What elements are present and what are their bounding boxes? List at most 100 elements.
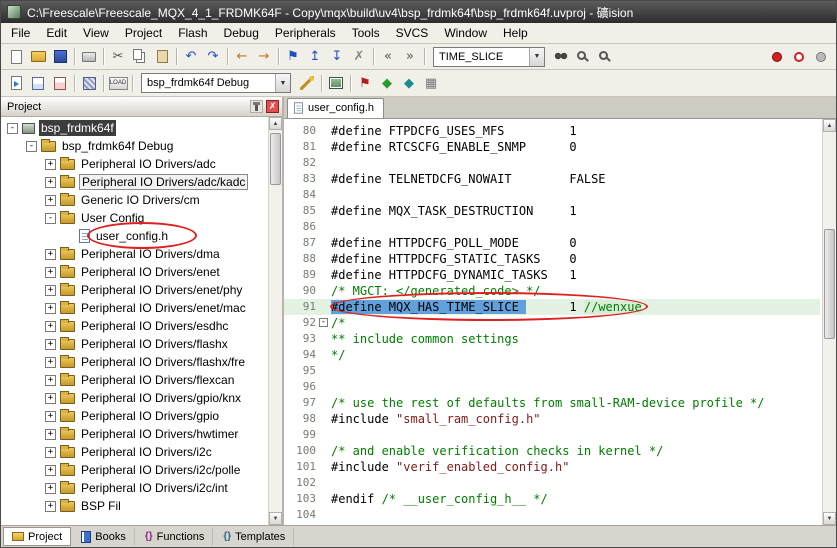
- flag-icon[interactable]: ⚑: [354, 73, 376, 94]
- close-panel-icon[interactable]: ✗: [266, 100, 279, 113]
- tree-item[interactable]: + BSP Fil: [1, 497, 266, 515]
- scroll-down-icon[interactable]: ▼: [823, 512, 836, 525]
- tree-item[interactable]: + Peripheral IO Drivers/adc/kadc: [1, 173, 266, 191]
- manage-items-icon[interactable]: [325, 73, 347, 94]
- expand-icon[interactable]: +: [45, 500, 56, 512]
- nav-back-icon[interactable]: ←: [231, 46, 253, 67]
- bookmark-toggle-icon[interactable]: ⚑: [282, 46, 304, 67]
- fold-icon[interactable]: -: [319, 318, 328, 327]
- expand-icon[interactable]: +: [45, 356, 56, 368]
- code-line-102[interactable]: 102: [284, 475, 820, 491]
- menu-help[interactable]: Help: [495, 23, 536, 43]
- code-line-99[interactable]: 99: [284, 427, 820, 443]
- code-line-100[interactable]: 100 /* and enable verification checks in …: [284, 443, 820, 459]
- code-line-91[interactable]: 91 #define MQX_HAS_TIME_SLICE 1 //wenxue: [284, 299, 820, 315]
- expand-icon[interactable]: +: [45, 338, 56, 350]
- collapse-icon[interactable]: -: [26, 140, 37, 152]
- menu-peripherals[interactable]: Peripherals: [267, 23, 344, 43]
- editor-tab-user-config[interactable]: user_config.h: [287, 98, 385, 118]
- new-file-icon[interactable]: [5, 46, 27, 67]
- code-line-94[interactable]: 94 */: [284, 347, 820, 363]
- find-combo-dropdown-icon[interactable]: ▼: [529, 47, 544, 66]
- code-line-95[interactable]: 95: [284, 363, 820, 379]
- tree-item[interactable]: + Peripheral IO Drivers/flexcan: [1, 371, 266, 389]
- tree-item[interactable]: + Peripheral IO Drivers/gpio/knx: [1, 389, 266, 407]
- tree-item[interactable]: + Peripheral IO Drivers/enet/mac: [1, 299, 266, 317]
- redo-icon[interactable]: ↷: [202, 46, 224, 67]
- menu-view[interactable]: View: [75, 23, 117, 43]
- grid-icon[interactable]: ▦: [420, 73, 442, 94]
- expand-icon[interactable]: +: [45, 464, 56, 476]
- expand-icon[interactable]: +: [45, 194, 56, 206]
- find-combo[interactable]: TIME_SLICE ▼: [433, 46, 545, 67]
- code-line-86[interactable]: 86: [284, 219, 820, 235]
- prev-diamond-icon[interactable]: ◆: [398, 73, 420, 94]
- build-icon[interactable]: [27, 73, 49, 94]
- open-file-icon[interactable]: [27, 46, 49, 67]
- insert-breakpoint-icon[interactable]: [766, 46, 788, 67]
- scroll-up-icon[interactable]: ▲: [269, 117, 282, 130]
- code-line-82[interactable]: 82: [284, 155, 820, 171]
- bottom-tab-project[interactable]: Project: [3, 527, 72, 546]
- code-line-89[interactable]: 89 #define HTTPDCFG_DYNAMIC_TASKS 1: [284, 267, 820, 283]
- code-line-83[interactable]: 83 #define TELNETDCFG_NOWAIT FALSE: [284, 171, 820, 187]
- code-line-98[interactable]: 98 #include "small_ram_config.h": [284, 411, 820, 427]
- bottom-tab-templates[interactable]: {} Templates: [214, 527, 295, 546]
- tree-item[interactable]: user_config.h: [1, 227, 266, 245]
- expand-icon[interactable]: +: [45, 248, 56, 260]
- indent-icon[interactable]: »: [399, 46, 421, 67]
- tree-item[interactable]: + Peripheral IO Drivers/esdhc: [1, 317, 266, 335]
- menu-file[interactable]: File: [3, 23, 38, 43]
- nav-forward-icon[interactable]: →: [253, 46, 275, 67]
- tree-item[interactable]: - bsp_frdmk64f Debug: [1, 137, 266, 155]
- menu-tools[interactable]: Tools: [344, 23, 388, 43]
- expand-icon[interactable]: +: [45, 158, 56, 170]
- expand-icon[interactable]: +: [45, 176, 56, 188]
- paste-icon[interactable]: [151, 46, 173, 67]
- bookmark-next-icon[interactable]: ↧: [326, 46, 348, 67]
- code-line-104[interactable]: 104: [284, 507, 820, 523]
- expand-icon[interactable]: +: [45, 284, 56, 296]
- code-line-80[interactable]: 80 #define FTPDCFG_USES_MFS 1: [284, 123, 820, 139]
- next-diamond-icon[interactable]: ◆: [376, 73, 398, 94]
- titlebar[interactable]: C:\Freescale\Freescale_MQX_4_1_FRDMK64F …: [1, 1, 836, 23]
- save-icon[interactable]: [49, 46, 71, 67]
- tree-item[interactable]: + Peripheral IO Drivers/gpio: [1, 407, 266, 425]
- outdent-icon[interactable]: «: [377, 46, 399, 67]
- tree-item[interactable]: + Peripheral IO Drivers/adc: [1, 155, 266, 173]
- find-in-files-icon[interactable]: [550, 46, 572, 67]
- collapse-icon[interactable]: -: [7, 122, 18, 134]
- expand-icon[interactable]: +: [45, 374, 56, 386]
- bottom-tab-functions[interactable]: {} Functions: [136, 527, 214, 546]
- code-line-101[interactable]: 101 #include "verif_enabled_config.h": [284, 459, 820, 475]
- print-icon[interactable]: [78, 46, 100, 67]
- tree-item[interactable]: - bsp_frdmk64f: [1, 119, 266, 137]
- tree-item[interactable]: + Generic IO Drivers/cm: [1, 191, 266, 209]
- menu-flash[interactable]: Flash: [170, 23, 215, 43]
- code-line-93[interactable]: 93 ** include common settings: [284, 331, 820, 347]
- flash-download-icon[interactable]: LOAD: [107, 73, 129, 94]
- scroll-thumb[interactable]: [824, 229, 835, 339]
- code-line-96[interactable]: 96: [284, 379, 820, 395]
- scroll-down-icon[interactable]: ▼: [269, 512, 282, 525]
- menu-debug[interactable]: Debug: [216, 23, 267, 43]
- menu-window[interactable]: Window: [436, 23, 495, 43]
- tree-item[interactable]: + Peripheral IO Drivers/flashx: [1, 335, 266, 353]
- expand-icon[interactable]: +: [45, 410, 56, 422]
- batch-build-icon[interactable]: [78, 73, 100, 94]
- code-line-84[interactable]: 84: [284, 187, 820, 203]
- menu-project[interactable]: Project: [117, 23, 170, 43]
- cut-icon[interactable]: ✂: [107, 46, 129, 67]
- expand-icon[interactable]: +: [45, 446, 56, 458]
- menu-edit[interactable]: Edit: [38, 23, 75, 43]
- code-line-90[interactable]: 90 /* MGCT: </generated_code> */: [284, 283, 820, 299]
- kill-breakpoints-icon[interactable]: [810, 46, 832, 67]
- find-icon[interactable]: [572, 46, 594, 67]
- editor-scrollbar[interactable]: ▲ ▼: [822, 119, 836, 525]
- expand-icon[interactable]: +: [45, 428, 56, 440]
- copy-icon[interactable]: [129, 46, 151, 67]
- options-for-target-icon[interactable]: [296, 73, 318, 94]
- scroll-up-icon[interactable]: ▲: [823, 119, 836, 132]
- code-line-88[interactable]: 88 #define HTTPDCFG_STATIC_TASKS 0: [284, 251, 820, 267]
- translate-icon[interactable]: [5, 73, 27, 94]
